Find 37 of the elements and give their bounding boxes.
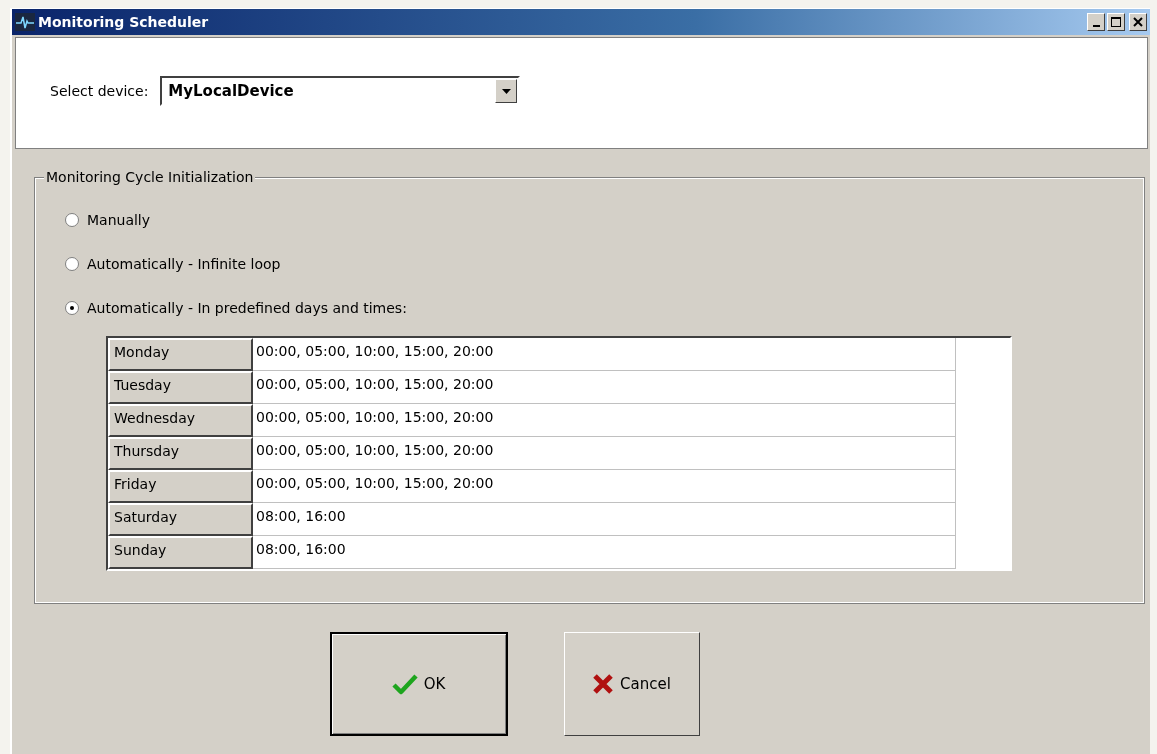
radio-option[interactable]: Automatically - In predefined days and times: (65, 297, 1143, 318)
times-cell[interactable]: 00:00, 05:00, 10:00, 15:00, 20:00 (253, 404, 956, 437)
app-icon (15, 13, 35, 31)
caret-icon (501, 88, 511, 94)
times-cell[interactable]: 00:00, 05:00, 10:00, 15:00, 20:00 (253, 338, 956, 371)
device-dropdown[interactable]: MyLocalDevice (160, 76, 521, 106)
times-cell[interactable]: 00:00, 05:00, 10:00, 15:00, 20:00 (253, 371, 956, 404)
checkmark-icon (391, 673, 418, 695)
day-header-cell: Thursday (108, 437, 253, 470)
dropdown-button[interactable] (495, 79, 518, 103)
day-header-cell: Wednesday (108, 404, 253, 437)
day-header-cell: Monday (108, 338, 253, 371)
maximize-button[interactable] (1107, 13, 1125, 31)
day-header-cell: Saturday (108, 503, 253, 536)
x-mark-icon (592, 673, 615, 695)
day-header-cell: Friday (108, 470, 253, 503)
times-cell[interactable]: 08:00, 16:00 (253, 536, 956, 569)
minimize-button[interactable] (1087, 13, 1105, 31)
radio-option[interactable]: Automatically - Infinite loop (65, 253, 1143, 274)
radio-button[interactable] (65, 300, 79, 315)
radio-option[interactable]: Manually (65, 209, 1143, 230)
minimize-icon (1092, 25, 1100, 27)
cancel-button[interactable]: Cancel (563, 632, 700, 736)
close-button[interactable] (1129, 13, 1147, 31)
day-header-cell: Tuesday (108, 371, 253, 404)
maximize-icon (1111, 17, 1121, 27)
radio-button[interactable] (65, 256, 79, 271)
times-cell[interactable]: 00:00, 05:00, 10:00, 15:00, 20:00 (253, 470, 956, 503)
times-cell[interactable]: 00:00, 05:00, 10:00, 15:00, 20:00 (253, 437, 956, 470)
device-label: Select device: (50, 83, 149, 99)
times-cell[interactable]: 08:00, 16:00 (253, 503, 956, 536)
ok-button[interactable]: OK (329, 632, 508, 736)
close-icon (1133, 17, 1143, 27)
group-title: Monitoring Cycle Initialization (44, 169, 256, 185)
day-header-cell: Sunday (108, 536, 253, 569)
radio-button[interactable] (65, 212, 79, 227)
window-title: Monitoring Scheduler (38, 14, 210, 30)
